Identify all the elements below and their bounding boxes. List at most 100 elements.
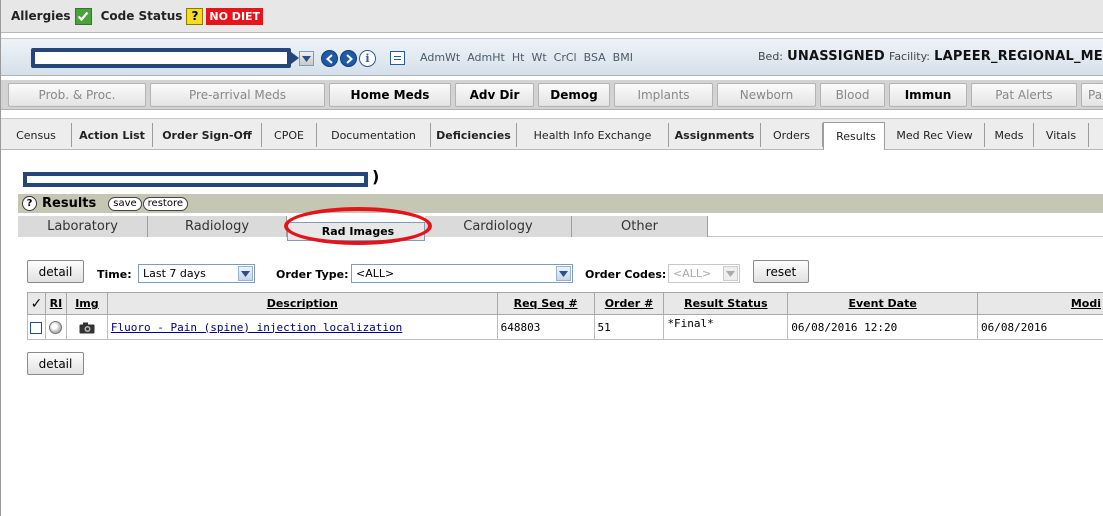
info-icon[interactable]: i	[359, 50, 376, 67]
row-ri-cell	[44, 314, 67, 340]
home-meds-button[interactable]: Home Meds	[329, 83, 451, 107]
patient-header-paren: )	[372, 167, 380, 186]
subtab-rad-images[interactable]: Rad Images	[287, 222, 425, 241]
tab-action-list[interactable]: Action List	[72, 123, 153, 147]
patient-bar: i AdmWt AdmHt Ht Wt CrCl BSA BMI Bed: UNASSIGN…	[1, 38, 1103, 76]
order-type-select-value: <ALL>	[356, 267, 395, 280]
row-order-no: 51	[593, 314, 665, 340]
demog-button[interactable]: Demog	[538, 83, 610, 107]
tab-deficiencies[interactable]: Deficiencies	[431, 123, 517, 147]
patient-name-redacted	[31, 48, 299, 68]
measure-wt[interactable]: Wt	[531, 51, 546, 64]
notes-icon[interactable]	[390, 51, 405, 65]
reset-button[interactable]: reset	[753, 260, 809, 283]
allergies-label: Allergies	[11, 9, 71, 23]
main-tab-row: Census Action List Order Sign-Off CPOE D…	[1, 118, 1103, 150]
allergies-check-icon[interactable]	[74, 7, 92, 25]
tab-orders[interactable]: Orders	[761, 123, 823, 147]
row-req-seq: 648803	[496, 314, 595, 340]
chevron-down-icon	[723, 266, 738, 281]
adv-dir-button[interactable]: Adv Dir	[455, 83, 534, 107]
col-header-order-no[interactable]: Order #	[593, 292, 665, 315]
measure-bsa[interactable]: BSA	[584, 51, 606, 64]
col-header-result-status[interactable]: Result Status	[663, 292, 789, 315]
bed-facility-info: Bed: UNASSIGNED Facility: LAPEER_REGIONA…	[758, 49, 1103, 64]
subtab-other[interactable]: Other	[572, 216, 708, 237]
pat-alerts-button[interactable]: Pat Alerts	[971, 83, 1077, 107]
restore-button[interactable]: restore	[142, 196, 188, 211]
tab-assignments[interactable]: Assignments	[669, 123, 761, 147]
chevron-down-icon	[556, 266, 571, 281]
measure-bmi[interactable]: BMI	[613, 51, 633, 64]
measure-admwt[interactable]: AdmWt	[420, 51, 460, 64]
clinical-button-row: Prob. & Proc. Pre-arrival Meds Home Meds…	[1, 80, 1103, 110]
tab-meds[interactable]: Meds	[985, 123, 1034, 147]
camera-icon[interactable]	[79, 322, 95, 334]
facility-label: Facility:	[889, 50, 931, 63]
filter-row: detail Time: Last 7 days Order Type: <AL…	[1, 258, 1103, 286]
row-checkbox[interactable]	[30, 321, 43, 334]
next-patient-icon[interactable]	[340, 50, 357, 67]
order-codes-select[interactable]: <ALL>	[668, 264, 740, 283]
order-codes-select-value: <ALL>	[673, 267, 712, 280]
tab-cpoe[interactable]: CPOE	[262, 123, 317, 147]
prob-proc-button[interactable]: Prob. & Proc.	[8, 83, 146, 107]
row-img-cell	[65, 314, 108, 340]
detail-button-top[interactable]: detail	[27, 260, 84, 283]
row-description-cell: Fluoro - Pain (spine) injection localiza…	[106, 314, 498, 340]
time-label: Time:	[97, 268, 132, 281]
tab-results[interactable]: Results	[823, 122, 885, 150]
implants-button[interactable]: Implants	[614, 83, 713, 107]
tab-census[interactable]: Census	[1, 123, 72, 147]
col-header-ri[interactable]: RI	[44, 292, 67, 315]
results-title: Results	[42, 196, 97, 211]
tab-health-info-exchange[interactable]: Health Info Exchange	[517, 123, 669, 147]
results-header: ? Results save restore	[18, 194, 1103, 213]
diet-badge[interactable]: NO DIET	[206, 7, 264, 25]
description-link[interactable]: Fluoro - Pain (spine) injection localiza…	[111, 321, 402, 334]
row-modified: 06/08/2016	[977, 314, 1103, 340]
tab-vitals[interactable]: Vitals	[1034, 123, 1089, 147]
col-header-req-seq[interactable]: Req Seq #	[496, 292, 595, 315]
measure-ht[interactable]: Ht	[512, 51, 525, 64]
chevron-down-icon	[302, 55, 311, 62]
tab-order-sign-off[interactable]: Order Sign-Off	[153, 123, 262, 147]
detail-button-bottom[interactable]: detail	[27, 352, 84, 375]
time-select[interactable]: Last 7 days	[138, 264, 255, 283]
save-button[interactable]: save	[108, 196, 142, 211]
code-status-icon[interactable]: ?	[186, 7, 204, 25]
help-icon[interactable]: ?	[22, 196, 37, 211]
col-header-modified[interactable]: Modi	[977, 292, 1103, 315]
col-header-description[interactable]: Description	[106, 292, 498, 315]
measurements: AdmWt AdmHt Ht Wt CrCl BSA BMI	[420, 51, 640, 64]
order-type-select[interactable]: <ALL>	[351, 264, 573, 283]
row-result-status: *Final*	[663, 314, 789, 340]
col-header-event-date[interactable]: Event Date	[787, 292, 979, 315]
subtab-radiology[interactable]: Radiology	[148, 216, 287, 237]
facility-value: LAPEER_REGIONAL_ME	[934, 49, 1103, 64]
results-subtabs: Laboratory Radiology Rad Images Cardiolo…	[18, 216, 1103, 241]
newborn-button[interactable]: Newborn	[717, 83, 816, 107]
measure-crcl[interactable]: CrCl	[554, 51, 577, 64]
patient-dropdown-button[interactable]	[299, 51, 314, 66]
col-header-check[interactable]: ✓	[27, 292, 46, 315]
tab-documentation[interactable]: Documentation	[317, 123, 431, 147]
subtab-cardiology[interactable]: Cardiology	[425, 216, 572, 237]
previous-patient-icon[interactable]	[321, 50, 338, 67]
measure-admht[interactable]: AdmHt	[467, 51, 505, 64]
patient-banner: Allergies Code Status ? NO DIET	[1, 0, 1103, 33]
pre-arrival-meds-button[interactable]: Pre-arrival Meds	[150, 83, 325, 107]
subtab-laboratory[interactable]: Laboratory	[18, 216, 148, 237]
col-header-img[interactable]: Img	[65, 292, 108, 315]
blood-button[interactable]: Blood	[820, 83, 885, 107]
chevron-down-icon	[238, 266, 253, 281]
code-status-label: Code Status	[100, 9, 183, 23]
pa-button-truncated[interactable]: Pa	[1081, 83, 1103, 107]
ri-radio-icon[interactable]	[49, 320, 63, 334]
bed-value: UNASSIGNED	[787, 49, 885, 64]
app-frame: Allergies Code Status ? NO DIET i AdmWt A…	[0, 0, 1103, 516]
results-table: ✓ RI Img Description Req Seq # Order # R…	[27, 292, 1103, 340]
tab-med-rec-view[interactable]: Med Rec View	[885, 123, 985, 147]
bed-label: Bed:	[758, 50, 784, 63]
immun-button[interactable]: Immun	[889, 83, 967, 107]
